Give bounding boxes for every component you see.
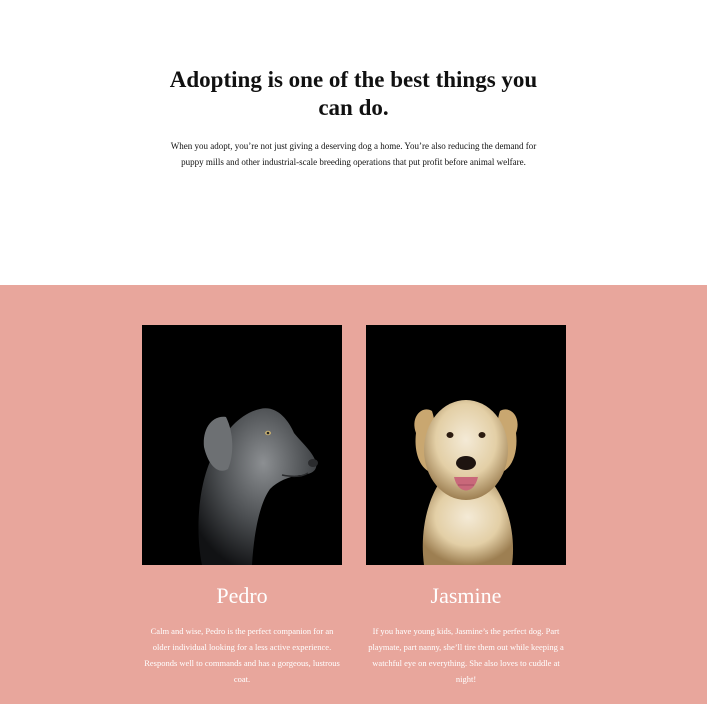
hero-title: Adopting is one of the best things you c… [169,67,538,120]
dog-card-jasmine: Jasmine If you have young kids, Jasmine’… [366,325,566,687]
dog-portrait-weimaraner [142,325,342,565]
dog-name: Pedro [216,583,268,608]
dog-name: Jasmine [430,583,502,608]
dog-description: Calm and wise, Pedro is the perfect comp… [144,626,340,684]
dogs-section: Pedro Calm and wise, Pedro is the perfec… [0,285,707,704]
hero-section: Adopting is one of the best things you c… [0,0,707,285]
dog-photo-jasmine [366,325,566,565]
dog-photo-pedro [142,325,342,565]
dog-card-pedro: Pedro Calm and wise, Pedro is the perfec… [142,325,342,687]
dog-description: If you have young kids, Jasmine’s the pe… [368,626,564,684]
hero-description: When you adopt, you’re not just giving a… [170,141,537,167]
dog-portrait-golden-retriever [366,325,566,565]
